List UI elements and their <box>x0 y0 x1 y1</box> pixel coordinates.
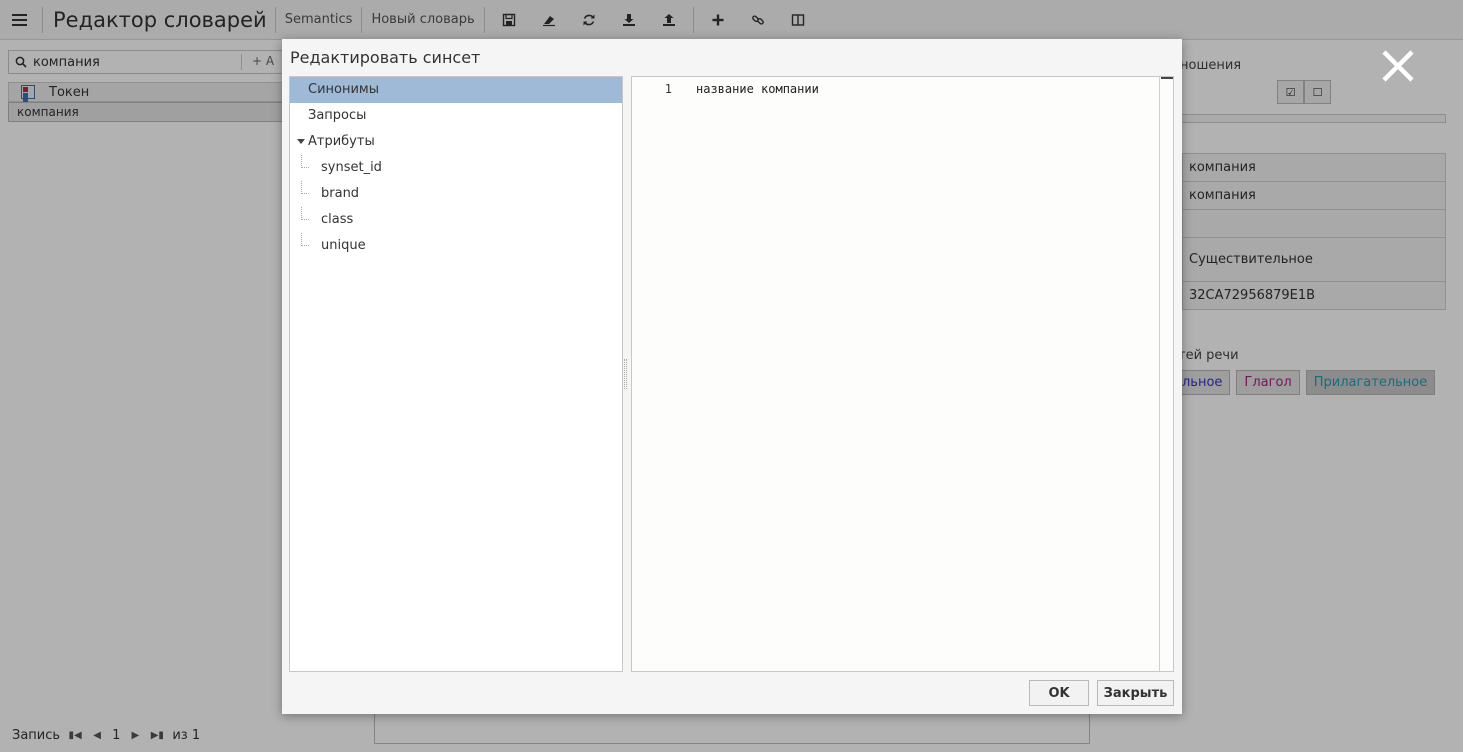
close-button[interactable]: Закрыть <box>1097 680 1174 706</box>
line-text[interactable]: название компании <box>696 81 819 97</box>
tree-item-label: brand <box>321 186 360 201</box>
synset-tree: Синонимы Запросы Атрибуты synset_id bran… <box>289 76 623 672</box>
ok-button[interactable]: OK <box>1029 680 1089 706</box>
tree-item-brand[interactable]: brand <box>290 181 622 207</box>
synonyms-editor[interactable]: 1 название компании <box>631 76 1174 672</box>
tree-item-unique[interactable]: unique <box>290 233 622 259</box>
editor-line[interactable]: 1 название компании <box>632 81 1152 97</box>
tree-item-label: unique <box>321 238 366 253</box>
tree-item-label: Синонимы <box>308 82 379 97</box>
pane-splitter[interactable] <box>624 359 627 389</box>
editor-scrollbar[interactable] <box>1159 77 1173 671</box>
tree-item-label: Запросы <box>308 108 367 123</box>
edit-synset-dialog: Редактировать синсет Синонимы Запросы Ат… <box>282 39 1182 714</box>
line-number: 1 <box>664 82 672 96</box>
tree-guide-line <box>301 207 309 220</box>
tree-item-label: class <box>321 212 354 227</box>
tree-guide-line <box>301 233 309 246</box>
tree-guide-line <box>301 155 309 168</box>
tree-item-class[interactable]: class <box>290 207 622 233</box>
caret-down-icon[interactable] <box>297 139 305 144</box>
tree-item-queries[interactable]: Запросы <box>290 103 622 129</box>
tree-item-attributes[interactable]: Атрибуты <box>290 129 622 155</box>
tree-item-synonyms[interactable]: Синонимы <box>290 77 622 103</box>
tree-item-label: Атрибуты <box>308 134 375 149</box>
tree-item-synset-id[interactable]: synset_id <box>290 155 622 181</box>
tree-guide-line <box>301 181 309 194</box>
dialog-title: Редактировать синсет <box>290 48 481 67</box>
close-icon[interactable] <box>1378 46 1418 86</box>
tree-item-label: synset_id <box>321 160 382 175</box>
